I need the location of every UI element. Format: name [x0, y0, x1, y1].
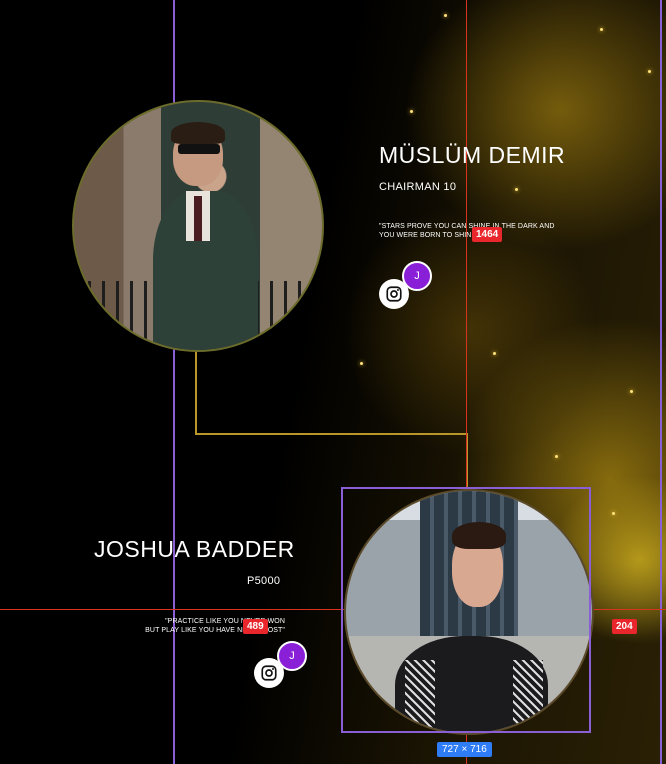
design-canvas[interactable]: MÜSLÜM DEMIR CHAIRMAN 10 "STARS PROVE YO… [0, 0, 666, 764]
selection-box[interactable] [341, 487, 591, 733]
photo-sunglasses [178, 144, 221, 155]
profile-name: JOSHUA BADDER [94, 536, 295, 562]
profile-name: MÜSLÜM DEMIR [379, 142, 566, 168]
measurement-badge: 489 [243, 619, 268, 634]
guide-vertical-purple-right [660, 0, 662, 764]
photo-hair [170, 121, 226, 145]
profile-quote: "STARS PROVE YOU CAN SHINE IN THE DARK A… [379, 222, 555, 240]
profile-role: P5000 [247, 575, 281, 587]
quote-line: YOU WERE BORN TO SHINE." [379, 232, 481, 239]
selection-size-badge: 727 × 716 [437, 742, 492, 757]
measurement-badge: 204 [612, 619, 637, 634]
user-avatar[interactable]: J [402, 261, 432, 291]
photo-tie [194, 196, 202, 241]
profile-role: CHAIRMAN 10 [379, 181, 457, 193]
quote-line: "STARS PROVE YOU CAN SHINE IN THE DARK A… [379, 223, 555, 230]
user-avatar[interactable]: J [277, 641, 307, 671]
measurement-badge: 1464 [472, 227, 503, 242]
profile-photo-muslum[interactable] [72, 100, 324, 352]
